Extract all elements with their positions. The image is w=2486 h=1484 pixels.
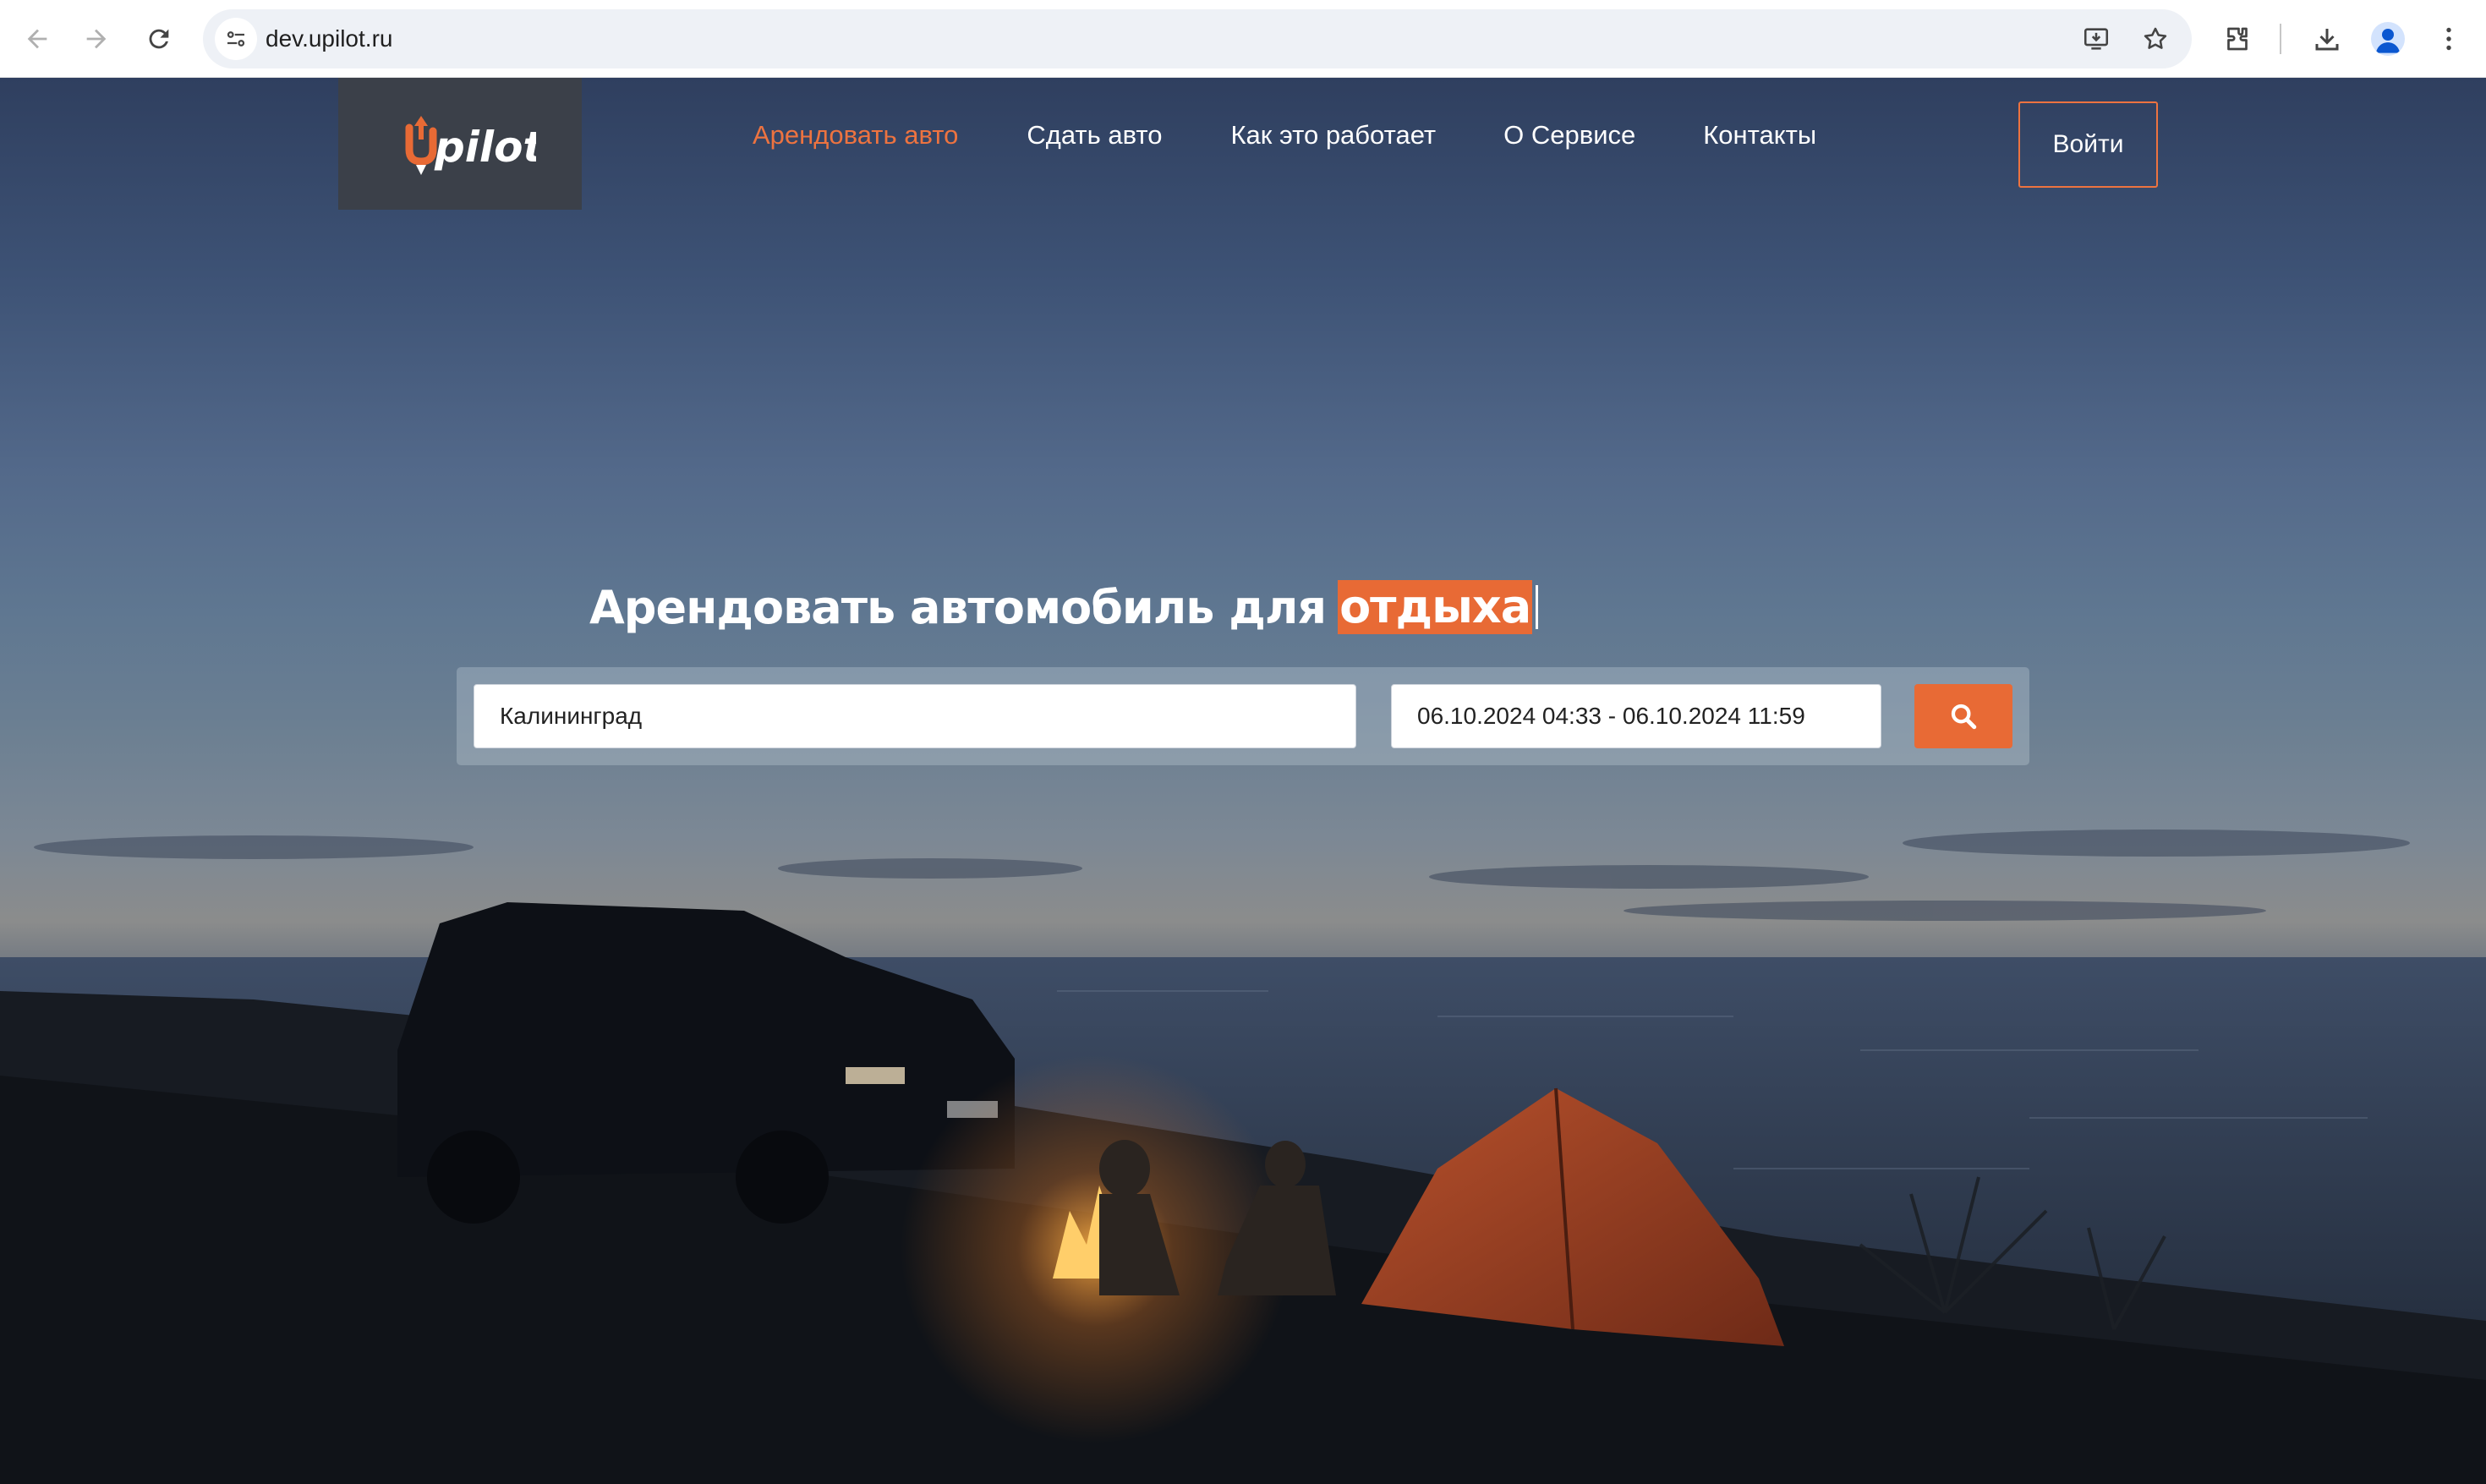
- arrow-left-icon: [27, 29, 47, 49]
- more-vert-icon: [2446, 27, 2451, 51]
- city-input[interactable]: Калининград: [474, 684, 1356, 748]
- nav-about[interactable]: О Сервисе: [1503, 117, 1635, 154]
- reload-icon: [149, 29, 169, 49]
- site-info-button[interactable]: [215, 18, 257, 60]
- nav-rent-car[interactable]: Арендовать авто: [753, 117, 958, 154]
- extensions-button[interactable]: [2215, 17, 2259, 61]
- nav-contacts[interactable]: Контакты: [1703, 117, 1816, 154]
- forward-button[interactable]: [74, 17, 118, 61]
- hero-background-image: [0, 830, 2486, 1484]
- search-panel: Калининград 06.10.2024 04:33 - 06.10.202…: [457, 667, 2029, 765]
- menu-button[interactable]: [2427, 17, 2471, 61]
- reload-button[interactable]: [137, 17, 181, 61]
- puzzle-icon: [2227, 27, 2248, 51]
- nav-how-it-works[interactable]: Как это работает: [1231, 117, 1437, 154]
- arrow-right-icon: [86, 29, 107, 49]
- hero-title-highlight: отдыха: [1338, 580, 1533, 634]
- back-button[interactable]: [15, 17, 59, 61]
- url-text[interactable]: dev.upilot.ru: [266, 9, 392, 68]
- address-bar[interactable]: dev.upilot.ru: [203, 9, 2192, 68]
- tune-icon: [227, 31, 245, 47]
- bookmark-button[interactable]: [2134, 18, 2177, 60]
- hero-title: Арендовать автомобиль для отдыха: [589, 573, 1539, 641]
- login-button[interactable]: Войти: [2018, 101, 2158, 188]
- main-nav: Арендовать авто Сдать авто Как это работ…: [753, 117, 1816, 154]
- person-icon: [2375, 29, 2401, 53]
- page: pilot Арендовать авто Сдать авто Как это…: [0, 78, 2486, 1484]
- upilot-logo-icon: pilot: [405, 116, 536, 175]
- profile-button[interactable]: [2366, 17, 2410, 61]
- download-icon: [2315, 29, 2339, 51]
- search-button[interactable]: [1914, 684, 2012, 748]
- logo[interactable]: pilot: [338, 78, 582, 210]
- star-icon: [2144, 27, 2167, 49]
- svg-text:pilot: pilot: [434, 123, 536, 172]
- date-range-input[interactable]: 06.10.2024 04:33 - 06.10.2024 11:59: [1391, 684, 1881, 748]
- search-icon: [1951, 704, 1977, 730]
- install-app-button[interactable]: [2075, 18, 2117, 60]
- browser-toolbar: dev.upilot.ru: [0, 0, 2486, 78]
- toolbar-divider: [2280, 24, 2281, 54]
- nav-lease-car[interactable]: Сдать авто: [1027, 117, 1162, 154]
- hero-title-text: Арендовать автомобиль для: [589, 580, 1327, 634]
- downloads-button[interactable]: [2305, 17, 2349, 61]
- typing-cursor: [1536, 585, 1539, 629]
- avatar: [2371, 22, 2405, 56]
- install-icon: [2084, 28, 2109, 50]
